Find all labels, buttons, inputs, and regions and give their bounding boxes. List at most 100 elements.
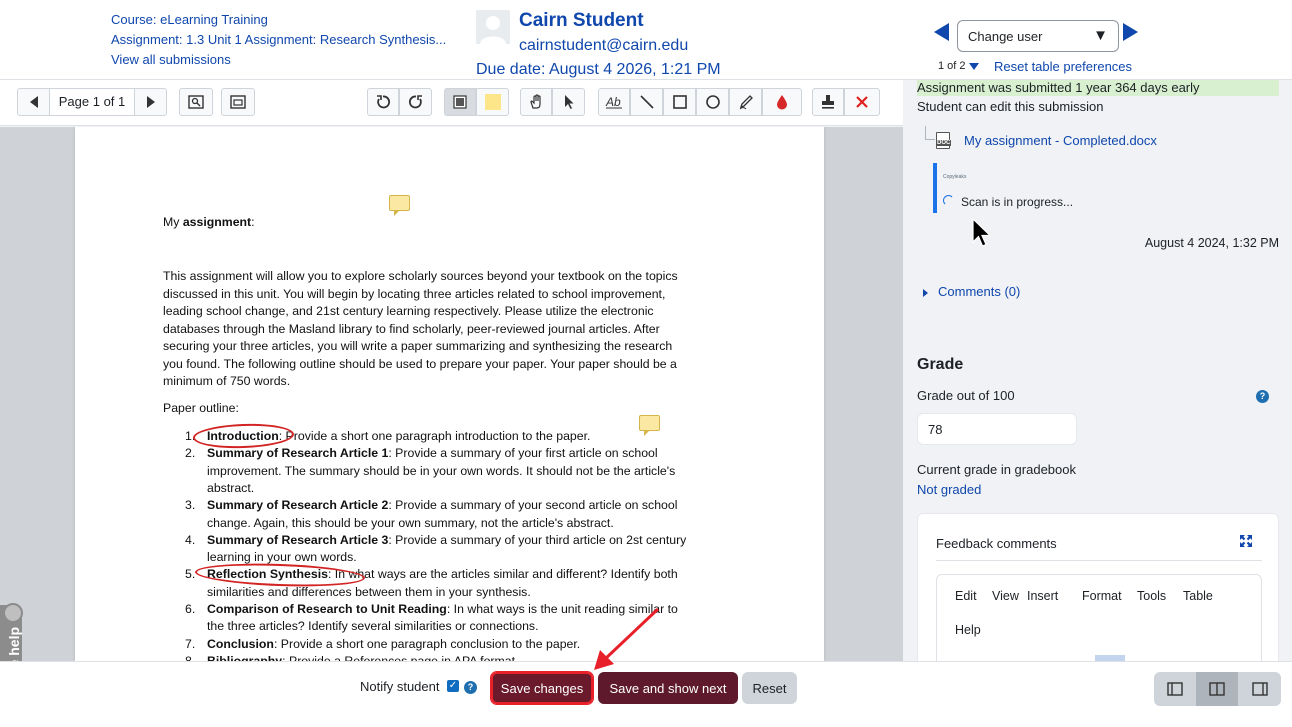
pen-tool-button[interactable] (729, 88, 762, 116)
paragraph-line: you found. The following outline should … (163, 356, 677, 371)
document-heading: My assignment: (163, 215, 255, 229)
student-email: cairnstudent@cairn.edu (519, 37, 689, 54)
outline-item-title: Bibliography (207, 653, 283, 661)
submitted-file-link[interactable]: My assignment - Completed.docx (964, 133, 1157, 148)
editor-menu-item[interactable]: Table (1183, 589, 1213, 603)
plagiarism-scan-indicator (933, 163, 937, 213)
outline-item-line: Conclusion: Provide a short one paragrap… (207, 637, 580, 651)
layout-collapse-grade-button[interactable] (1239, 672, 1281, 706)
oval-tool-button[interactable] (696, 88, 729, 116)
comment-tool-icon: Ab (605, 95, 622, 109)
search-comments-icon (188, 95, 204, 109)
layout-collapse-review-button[interactable] (1154, 672, 1196, 706)
gradebook-value-link[interactable]: Not graded (917, 482, 981, 497)
change-user-label: Change user (968, 29, 1043, 44)
next-page-button[interactable] (134, 88, 167, 116)
due-date: Due date: August 4 2026, 1:21 PM (476, 61, 721, 78)
heading-bold: assignment (182, 215, 252, 229)
outline-item-line: abstract. (207, 480, 255, 495)
document-file-icon: DOC (936, 132, 952, 149)
comments-toggle[interactable]: Comments (0) (923, 284, 1020, 299)
select-tool-button[interactable] (552, 88, 585, 116)
comments-label: Comments (0) (938, 284, 1021, 299)
triangle-left-icon (29, 96, 38, 108)
mouse-cursor-icon (972, 218, 992, 247)
expand-comments-button[interactable] (221, 88, 255, 116)
outline-item-text: : In what ways are the articles similar … (327, 567, 678, 582)
svg-text:Ab: Ab (605, 95, 621, 109)
student-avatar (476, 10, 510, 44)
stamp-icon (822, 95, 834, 109)
editor-menu-item[interactable]: Tools (1137, 589, 1166, 603)
help-icon[interactable]: ? (1256, 390, 1269, 403)
outline-item-line: Summary of Research Article 1: Provide a… (207, 446, 658, 460)
student-name[interactable]: Cairn Student (519, 10, 644, 32)
change-user-select[interactable]: Change user ▼ (957, 20, 1119, 52)
gradebook-label: Current grade in gradebook (917, 462, 1076, 477)
highlight-color-button[interactable] (476, 88, 509, 116)
notify-student-checkbox[interactable]: ✓ (447, 680, 459, 692)
reset-table-preferences-link[interactable]: Reset table preferences (994, 59, 1132, 74)
help-icon[interactable]: ? (464, 681, 477, 694)
comment-marker-icon[interactable] (639, 415, 660, 436)
feedback-title: Feedback comments (936, 536, 1057, 551)
outline-item-text: : Provide a summary of your second artic… (388, 498, 678, 513)
save-changes-button[interactable]: Save changes (490, 671, 594, 705)
save-and-show-next-button[interactable]: Save and show next (598, 672, 738, 704)
reset-button[interactable]: Reset (742, 672, 797, 704)
delete-annotation-button[interactable] (844, 88, 880, 116)
oval-icon (705, 95, 720, 109)
editor-menu-item[interactable]: Edit (955, 589, 977, 603)
editor-menu-item[interactable]: Format (1082, 589, 1122, 603)
annotation-color-button[interactable] (762, 88, 802, 116)
assignment-link[interactable]: Assignment: 1.3 Unit 1 Assignment: Resea… (111, 32, 446, 47)
grade-input[interactable] (917, 413, 1077, 445)
file-badge: DOC (936, 140, 952, 146)
editor-menu-item[interactable]: Insert (1027, 589, 1058, 603)
course-link[interactable]: Course: eLearning Training (111, 12, 268, 27)
yellow-swatch-icon (484, 94, 501, 110)
previous-user-arrow-icon[interactable] (934, 23, 949, 41)
search-comments-button[interactable] (179, 88, 213, 116)
heading-prefix: My (163, 215, 183, 229)
grade-label: Grade out of 100 (917, 388, 1015, 403)
notify-student-label: Notify student (360, 679, 440, 694)
layout-toggle (1154, 672, 1281, 706)
divider (936, 560, 1262, 561)
previous-page-button[interactable] (17, 88, 50, 116)
outline-item-title: Summary of Research Article 3 (207, 532, 389, 547)
document-viewer[interactable]: My assignment: This assignment will allo… (0, 127, 903, 661)
close-icon (856, 96, 868, 108)
line-tool-button[interactable] (630, 88, 663, 116)
editor-menu-item[interactable]: Help (955, 623, 981, 637)
submission-date: August 4 2024, 1:32 PM (1144, 236, 1279, 250)
comment-tool-button[interactable]: Ab (598, 88, 630, 116)
comment-marker-icon[interactable] (389, 195, 410, 216)
stamp-tool-button[interactable] (812, 88, 844, 116)
outline-item-line: the three articles? Identify several sim… (207, 619, 539, 634)
pen-icon (739, 95, 753, 110)
filter-dropdown-icon[interactable] (968, 62, 979, 70)
view-all-submissions-link[interactable]: View all submissions (111, 52, 231, 67)
outline-item-text: : In what ways is the unit reading simil… (446, 602, 678, 616)
hand-icon (530, 94, 541, 109)
page-select[interactable]: Page 1 of 1 (50, 88, 134, 116)
outline-item-line: learning in your own words. (207, 550, 357, 565)
next-user-arrow-icon[interactable] (1123, 23, 1138, 41)
user-count[interactable]: 1 of 2 (938, 60, 979, 72)
fullscreen-expand-icon[interactable] (1240, 535, 1252, 547)
submission-page[interactable]: My assignment: This assignment will allo… (75, 127, 824, 661)
comment-color-button[interactable] (444, 88, 476, 116)
pan-tool-button[interactable] (520, 88, 552, 116)
outline-item-number: 4. (185, 532, 196, 547)
layout-default-button[interactable] (1196, 672, 1238, 706)
outline-item-line: change. Again, this should be your own s… (207, 515, 614, 530)
red-drop-icon (777, 95, 787, 110)
panel-split-icon (1209, 682, 1225, 696)
rotate-left-button[interactable] (367, 88, 399, 116)
rectangle-tool-button[interactable] (663, 88, 696, 116)
rectangle-icon (672, 95, 687, 109)
rich-text-editor[interactable]: Edit View Insert Format Tools Table Help (936, 574, 1262, 661)
editor-menu-item[interactable]: View (992, 589, 1019, 603)
rotate-right-button[interactable] (399, 88, 432, 116)
